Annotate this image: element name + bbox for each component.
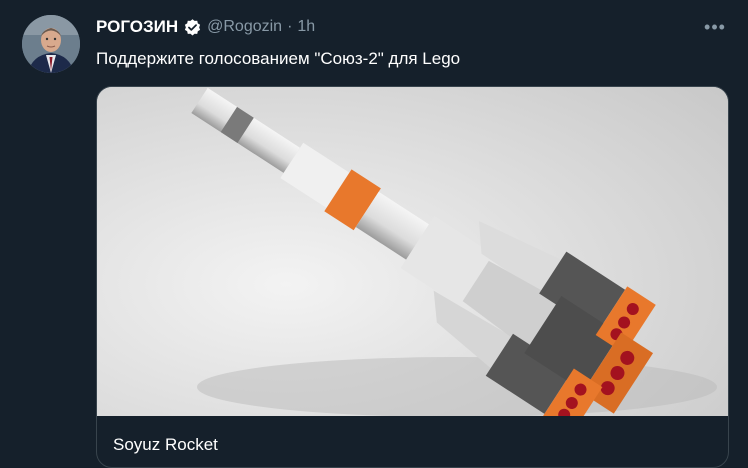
card-title: Soyuz Rocket [113, 435, 218, 454]
tweet-header: РОГОЗИН @Rogozin · 1h [96, 16, 315, 38]
author-handle[interactable]: @Rogozin [207, 18, 282, 36]
card-image [97, 87, 728, 436]
separator-dot: · [287, 18, 293, 35]
verified-badge-icon [183, 18, 202, 37]
avatar[interactable] [22, 15, 80, 73]
link-card[interactable]: Soyuz Rocket [96, 86, 729, 468]
timestamp[interactable]: 1h [297, 18, 315, 36]
avatar-photo [22, 15, 80, 73]
author-name[interactable]: РОГОЗИН [96, 17, 178, 37]
soyuz-rocket-image [97, 87, 728, 436]
more-options-icon[interactable]: ••• [702, 14, 728, 40]
tweet-text: Поддержите голосованием "Союз-2" для Leg… [96, 49, 461, 68]
tweet[interactable]: РОГОЗИН @Rogozin · 1h ••• Поддержите гол… [0, 0, 748, 468]
